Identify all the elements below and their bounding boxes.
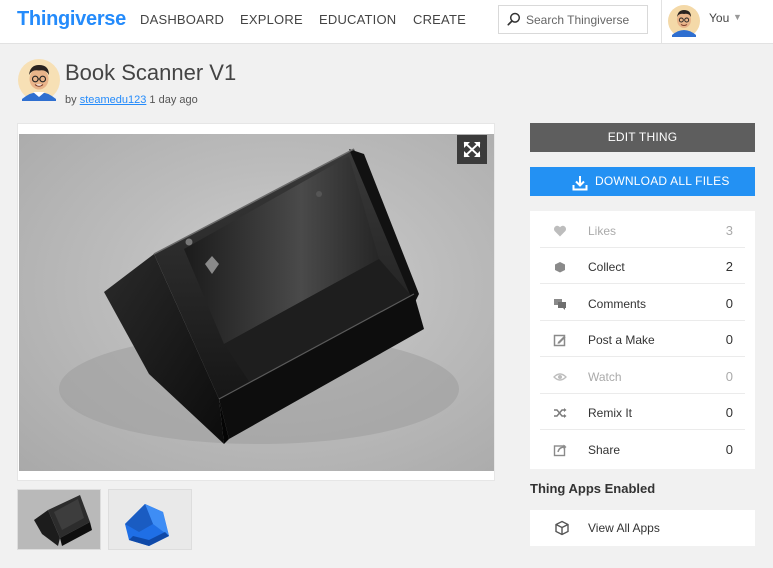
search-icon xyxy=(507,12,521,31)
divider xyxy=(540,429,745,430)
stat-count: 0 xyxy=(725,332,733,347)
stat-label: Comments xyxy=(588,297,647,311)
stat-likes[interactable]: Likes 3 xyxy=(530,212,755,248)
view-all-apps-label: View All Apps xyxy=(588,521,660,535)
author-avatar[interactable] xyxy=(18,59,60,101)
stat-label: Watch xyxy=(588,370,622,384)
nav-explore[interactable]: EXPLORE xyxy=(240,12,303,27)
chevron-down-icon[interactable]: ▼ xyxy=(733,12,742,22)
view-all-apps-button[interactable]: View All Apps xyxy=(530,510,755,546)
stat-watch[interactable]: Watch 0 xyxy=(530,358,755,394)
eye-icon xyxy=(553,370,567,384)
download-icon xyxy=(572,173,588,202)
stat-remix-it[interactable]: Remix It 0 xyxy=(530,394,755,430)
heart-icon xyxy=(553,224,567,238)
download-label: DOWNLOAD ALL FILES xyxy=(595,174,730,188)
author-link[interactable]: steamedu123 xyxy=(80,94,147,106)
stat-post-a-make[interactable]: Post a Make 0 xyxy=(530,321,755,357)
thumbnail-render-black[interactable] xyxy=(17,489,101,550)
stat-share[interactable]: Share 0 xyxy=(530,431,755,467)
posted-time: 1 day ago xyxy=(149,94,198,106)
search-input[interactable] xyxy=(526,11,641,29)
thingiverse-logo[interactable]: Thingiverse xyxy=(17,8,126,31)
expand-icon xyxy=(463,141,481,158)
user-avatar[interactable] xyxy=(668,5,700,37)
collect-icon xyxy=(553,260,567,274)
search-box[interactable] xyxy=(498,5,648,34)
stat-count: 0 xyxy=(725,296,733,311)
stat-count: 0 xyxy=(725,405,733,420)
stat-count: 0 xyxy=(725,369,733,384)
nav-divider xyxy=(661,0,662,43)
stats-panel: Likes 3 Collect 2 Comments 0 Post a Make… xyxy=(530,211,755,469)
stat-collect[interactable]: Collect 2 xyxy=(530,248,755,284)
stat-count: 0 xyxy=(725,442,733,457)
share-icon xyxy=(553,443,567,457)
user-menu-label[interactable]: You xyxy=(709,11,729,25)
stat-count: 2 xyxy=(725,259,733,274)
stat-label: Remix It xyxy=(588,406,633,420)
cube-icon xyxy=(554,520,570,541)
stat-label: Collect xyxy=(588,260,625,274)
top-nav-bar: Thingiverse DASHBOARD EXPLORE EDUCATION … xyxy=(0,0,773,44)
main-thing-image[interactable] xyxy=(19,134,494,471)
expand-fullscreen-button[interactable] xyxy=(457,135,487,164)
page-title: Book Scanner V1 xyxy=(65,60,237,85)
nav-dashboard[interactable]: DASHBOARD xyxy=(140,12,224,27)
divider xyxy=(540,356,745,357)
thing-apps-heading: Thing Apps Enabled xyxy=(530,481,656,496)
download-all-files-button[interactable]: DOWNLOAD ALL FILES xyxy=(530,167,755,196)
thumbnail-render-blue[interactable] xyxy=(108,489,192,550)
stat-comments[interactable]: Comments 0 xyxy=(530,285,755,321)
edit-thing-button[interactable]: EDIT THING xyxy=(530,123,755,152)
stat-count: 3 xyxy=(725,223,733,238)
byline-prefix: by xyxy=(65,94,77,106)
divider xyxy=(540,283,745,284)
stat-label: Likes xyxy=(588,224,617,238)
stat-label: Share xyxy=(588,443,621,457)
post-make-icon xyxy=(553,333,567,347)
nav-education[interactable]: EDUCATION xyxy=(319,12,396,27)
byline: by steamedu123 1 day ago xyxy=(65,94,198,106)
comments-icon xyxy=(553,297,567,311)
stat-label: Post a Make xyxy=(588,333,655,347)
nav-create[interactable]: CREATE xyxy=(413,12,466,27)
shuffle-icon xyxy=(553,406,567,420)
